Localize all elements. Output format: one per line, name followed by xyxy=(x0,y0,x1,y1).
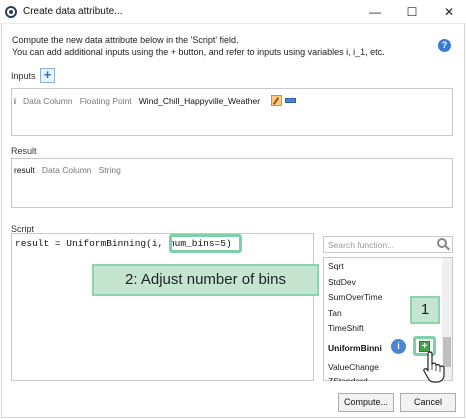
info-icon[interactable]: i xyxy=(391,339,406,354)
selected-function-label: UniformBinni xyxy=(328,343,382,353)
function-search-input[interactable]: Search function... xyxy=(323,236,453,253)
inputs-label: Inputs xyxy=(11,71,36,81)
maximize-button[interactable]: ☐ xyxy=(401,3,423,21)
close-button[interactable]: ✕ xyxy=(438,3,460,21)
function-item-zstandard[interactable]: ZStandard xyxy=(328,376,368,381)
input-variable: i xyxy=(14,96,16,106)
function-item-tan[interactable]: Tan xyxy=(328,308,342,318)
help-icon[interactable]: ? xyxy=(438,39,451,52)
edit-icon[interactable] xyxy=(271,95,282,106)
result-row[interactable]: result Data Column String xyxy=(14,165,121,175)
result-label: Result xyxy=(11,146,37,156)
input-row[interactable]: i Data Column Floating Point Wind_Chill_… xyxy=(14,96,260,106)
function-item-timeshift[interactable]: TimeShift xyxy=(328,323,364,333)
input-column-name: Wind_Chill_Happyville_Weather xyxy=(138,96,261,106)
script-prefix: result = UniformBinning(i, xyxy=(15,238,169,249)
minimize-button[interactable]: — xyxy=(364,3,386,21)
callout-step-1: 1 xyxy=(410,296,440,324)
cancel-button[interactable]: Cancel xyxy=(400,393,456,412)
app-icon xyxy=(5,6,17,18)
num-bins-highlight xyxy=(169,234,242,253)
script-editor[interactable] xyxy=(11,233,314,381)
result-kind: Data Column xyxy=(41,165,92,175)
input-kind: Data Column xyxy=(22,96,73,106)
add-input-button[interactable]: + xyxy=(40,68,55,83)
window-title: Create data attribute... xyxy=(23,6,123,17)
remove-input-icon[interactable] xyxy=(285,98,296,103)
description-line-2: You can add additional inputs using the … xyxy=(12,47,385,57)
hand-cursor-icon xyxy=(423,351,445,383)
callout-step-2: 2: Adjust number of bins xyxy=(92,264,319,296)
input-type: Floating Point xyxy=(79,96,132,106)
function-item-sumovertime[interactable]: SumOverTime xyxy=(328,292,382,302)
result-variable: result xyxy=(14,165,35,175)
search-icon[interactable] xyxy=(437,238,447,248)
function-item-sqrt[interactable]: Sqrt xyxy=(328,261,344,271)
compute-button[interactable]: Compute... xyxy=(338,393,394,412)
description-line-1: Compute the new data attribute below in … xyxy=(12,35,239,45)
function-item-valuechange[interactable]: ValueChange xyxy=(328,362,379,372)
function-item-stddev[interactable]: StdDev xyxy=(328,277,356,287)
result-type: String xyxy=(98,165,121,175)
